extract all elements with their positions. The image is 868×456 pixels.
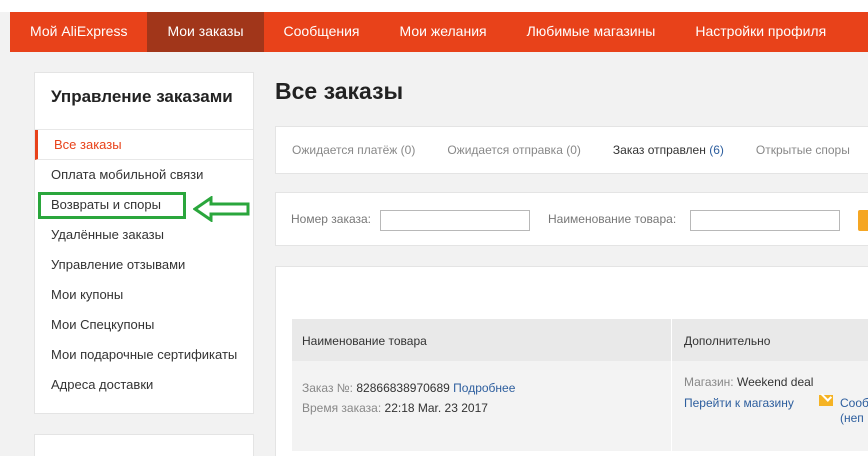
order-time-line: Время заказа: 22:18 Mar. 23 2017 (302, 401, 488, 415)
column-product-name: Наименование товара (302, 334, 427, 348)
order-time-label: Время заказа: (302, 401, 382, 415)
nav-profile-settings[interactable]: Настройки профиля (675, 12, 846, 52)
tab-label: Заказ отправлен (612, 143, 706, 157)
order-search-panel: Номер заказа: Наименование товара: (275, 192, 868, 246)
highlight-box (38, 192, 186, 219)
sidebar-item-all-orders[interactable]: Все заказы (35, 130, 253, 160)
order-row: Заказ №: 82866838970689 Подробнее Время … (292, 361, 868, 451)
envelope-icon (819, 395, 833, 406)
sidebar-item-manage-feedback[interactable]: Управление отзывами (35, 250, 253, 280)
tab-count: (0) (566, 143, 581, 157)
tab-open-disputes[interactable]: Открытые споры (740, 143, 866, 157)
order-number-value: 82866838970689 (356, 381, 450, 395)
secondary-sidebar-panel (34, 434, 254, 456)
order-time-value: 22:18 Mar. 23 2017 (384, 401, 488, 415)
tab-label: Ожидается отправка (447, 143, 563, 157)
tab-awaiting-payment[interactable]: Ожидается платёж (0) (276, 143, 431, 157)
product-name-label: Наименование товара: (548, 212, 677, 226)
order-number-label: Заказ №: (302, 381, 354, 395)
go-to-store-link[interactable]: Перейти к магазину (684, 396, 794, 410)
order-number-input[interactable] (380, 210, 530, 231)
contact-seller-link[interactable]: Сооб (840, 396, 868, 410)
sidebar-item-deleted-orders[interactable]: Удалённые заказы (35, 220, 253, 250)
top-navigation: Мой AliExpress Мои заказы Сообщения Мои … (10, 12, 868, 52)
nav-messages[interactable]: Сообщения (264, 12, 380, 52)
order-status-tabs: Ожидается платёж (0) Ожидается отправка … (275, 126, 868, 174)
tab-label: Открытые споры (755, 143, 850, 157)
sidebar-item-gift-cards[interactable]: Мои подарочные сертификаты (35, 340, 253, 370)
order-management-sidebar: Управление заказами Все заказы Оплата мо… (34, 72, 254, 414)
orders-panel: Наименование товара Дополнительно Заказ … (275, 266, 868, 456)
order-number-line: Заказ №: 82866838970689 Подробнее (302, 381, 515, 395)
nav-my-aliexpress[interactable]: Мой AliExpress (10, 12, 147, 52)
tab-label: Ожидается платёж (292, 143, 398, 157)
page-title: Все заказы (275, 78, 404, 104)
contact-seller-link-2[interactable]: (неп (840, 411, 864, 425)
store-line: Магазин: Weekend deal (684, 375, 813, 389)
tab-shipped[interactable]: Заказ отправлен (6) (597, 143, 740, 157)
order-details-link[interactable]: Подробнее (453, 381, 515, 395)
store-name: Weekend deal (736, 375, 814, 389)
column-additional: Дополнительно (684, 334, 771, 348)
order-number-label: Номер заказа: (291, 212, 372, 226)
column-divider (671, 361, 672, 451)
tab-count: (6) (709, 143, 724, 157)
left-arrow-icon (193, 196, 250, 222)
orders-table-header: Наименование товара Дополнительно (292, 319, 868, 361)
top-strip (0, 0, 868, 12)
store-label: Магазин: (684, 375, 734, 389)
sidebar-title: Управление заказами (35, 73, 253, 130)
tab-awaiting-shipment[interactable]: Ожидается отправка (0) (431, 143, 597, 157)
nav-wishlist[interactable]: Мои желания (380, 12, 507, 52)
nav-my-orders[interactable]: Мои заказы (147, 12, 264, 52)
sidebar-item-shipping-addresses[interactable]: Адреса доставки (35, 370, 253, 400)
product-name-input[interactable] (690, 210, 840, 231)
tab-count: (0) (400, 143, 416, 157)
column-divider (671, 319, 672, 361)
sidebar-item-special-coupons[interactable]: Мои Спецкупоны (35, 310, 253, 340)
sidebar-item-my-coupons[interactable]: Мои купоны (35, 280, 253, 310)
sidebar-item-mobile-payment[interactable]: Оплата мобильной связи (35, 160, 253, 190)
search-button[interactable] (858, 210, 868, 231)
nav-favorite-stores[interactable]: Любимые магазины (507, 12, 676, 52)
